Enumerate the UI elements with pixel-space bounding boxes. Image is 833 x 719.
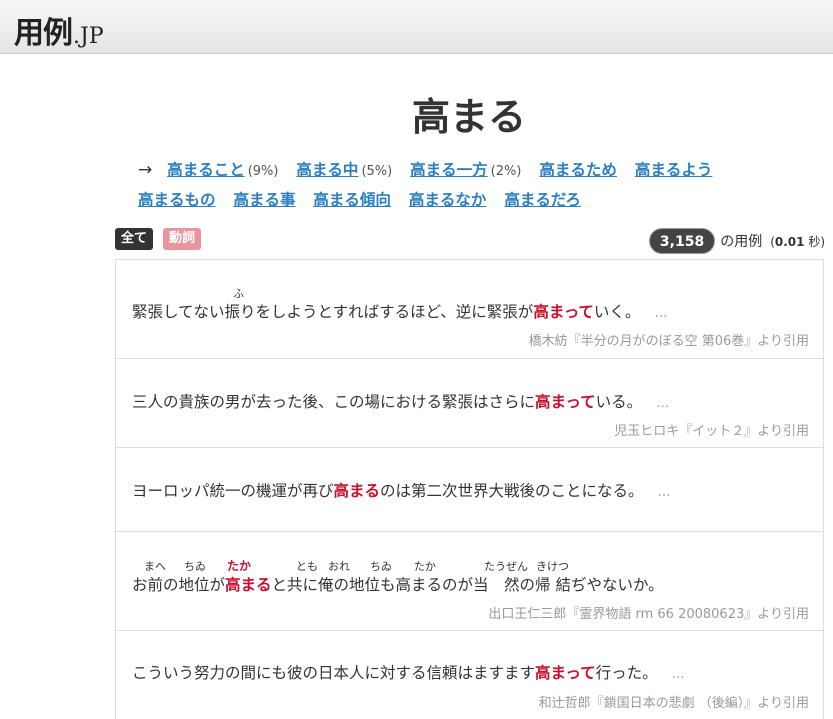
filter-verb-tab[interactable]: 動詞 bbox=[163, 228, 202, 250]
sentence-pre: 三人の貴族の男が去った後、この場における緊張はさらに bbox=[132, 393, 536, 411]
ruby-text: ちゐ bbox=[370, 560, 392, 573]
related-item: 高まるだろ bbox=[504, 186, 581, 214]
related-link[interactable]: 高まる一方 bbox=[410, 161, 488, 179]
highlight-term: 高まる bbox=[225, 576, 272, 594]
related-item: 高まる事 bbox=[233, 186, 295, 214]
related-item: 高まる傾向 bbox=[313, 186, 391, 214]
related-link[interactable]: 高まること bbox=[167, 161, 245, 179]
related-link[interactable]: 高まる事 bbox=[233, 191, 295, 209]
time-suffix: 秒) bbox=[804, 234, 825, 249]
more-link[interactable]: … bbox=[672, 667, 685, 682]
result-count: 3,158 の用例 (0.01 秒) bbox=[648, 228, 825, 254]
related-item: 高まるなか bbox=[409, 186, 487, 214]
result-item: こういう努力の間にも彼の日本人に対する信頼はますます高まって行った。 … 和辻哲郎… bbox=[116, 631, 823, 719]
sentence-pre: ヨーロッパ統一の機運が再び bbox=[132, 482, 334, 500]
related-item: 高まる中 (5%) bbox=[296, 156, 392, 186]
count-label: の用例 bbox=[720, 234, 763, 250]
related-percent: (9%) bbox=[247, 164, 279, 179]
ruby-text: きけつ bbox=[536, 560, 569, 573]
result-sentence: ヨーロッパ統一の機運が再び高まるのは第二次世界大戦後のことになる。 … bbox=[132, 479, 671, 501]
result-source: 橋木紡『半分の月がのぼる空 第06巻』より引用 bbox=[528, 334, 809, 349]
result-sentence: 三人の貴族の男が去った後、この場における緊張はさらに高まっている。 … bbox=[132, 390, 669, 412]
sentence-pre: こういう努力の間にも彼の日本人に対する信頼はますます bbox=[132, 664, 536, 682]
more-link[interactable]: … bbox=[654, 306, 667, 321]
ruby-text: おれ bbox=[328, 560, 350, 573]
ruby-text: とも bbox=[296, 560, 318, 573]
filter-all-tab[interactable]: 全て bbox=[115, 228, 154, 250]
filter-bar: 全て 動詞 3,158 の用例 (0.01 秒) bbox=[115, 228, 825, 254]
result-item: ふ 緊張してない振りをしようとすればするほど、逆に緊張が高まっていく。 … 橋木紡… bbox=[116, 260, 823, 359]
highlight-term: 高まって bbox=[535, 393, 596, 411]
site-logo[interactable]: 用例 .JP bbox=[14, 8, 104, 52]
sentence-pre: 緊張してない振りをしようとすればするほど、逆に緊張が bbox=[132, 303, 534, 321]
result-source: 児玉ヒロキ『イット２』より引用 bbox=[614, 424, 809, 439]
highlight-term: 高まって bbox=[535, 664, 596, 682]
result-source: 和辻哲郎『鎖国日本の悲劇 （後編）』より引用 bbox=[538, 696, 809, 711]
result-item: まへ ちゐ たか とも おれ ちゐ たか たうぜん きけつ お前の地位が高まると… bbox=[116, 532, 823, 631]
ruby-text: たか bbox=[227, 559, 252, 573]
related-percent: (5%) bbox=[361, 164, 393, 179]
related-item: 高まること (9%) bbox=[167, 156, 278, 186]
highlight-term: 高まって bbox=[533, 303, 594, 321]
related-percent: (2%) bbox=[490, 164, 522, 179]
result-sentence: お前の地位が高まると共に俺の地位も高まるのが当 然の帰 結ぢやないか。 bbox=[132, 573, 664, 595]
related-words: → 高まること (9%) 高まる中 (5%) 高まる一方 (2%) 高まるため 高まる… bbox=[138, 156, 778, 214]
related-link[interactable]: 高まるよう bbox=[635, 161, 713, 179]
related-link[interactable]: 高まるだろ bbox=[504, 191, 581, 209]
ruby-text: たうぜん bbox=[484, 560, 528, 573]
search-time: (0.01 秒) bbox=[770, 233, 825, 250]
result-sentence: こういう努力の間にも彼の日本人に対する信頼はますます高まって行った。 … bbox=[132, 661, 685, 683]
arrow-right-icon: → bbox=[138, 160, 153, 180]
more-link[interactable]: … bbox=[656, 396, 669, 411]
site-header: 用例 .JP bbox=[0, 0, 833, 54]
sentence-pre: お前の地位が bbox=[132, 576, 226, 594]
result-sentence: 緊張してない振りをしようとすればするほど、逆に緊張が高まっていく。 … bbox=[132, 300, 667, 322]
related-item: 高まる一方 (2%) bbox=[410, 156, 521, 186]
related-link[interactable]: 高まる中 bbox=[296, 161, 358, 179]
related-link[interactable]: 高まるなか bbox=[409, 191, 487, 209]
logo-main-text: 用例 bbox=[14, 16, 73, 51]
related-link[interactable]: 高まるため bbox=[539, 161, 617, 179]
ruby-text: ちゐ bbox=[184, 560, 206, 573]
sentence-post: 行った。 bbox=[595, 664, 658, 682]
result-item: ヨーロッパ統一の機運が再び高まるのは第二次世界大戦後のことになる。 … bbox=[116, 448, 823, 532]
sentence-post: のは第二次世界大戦後のことになる。 bbox=[380, 482, 644, 500]
related-link[interactable]: 高まる傾向 bbox=[313, 191, 391, 209]
related-link[interactable]: 高まるもの bbox=[138, 191, 216, 209]
results-list: ふ 緊張してない振りをしようとすればするほど、逆に緊張が高まっていく。… 橋木紡… bbox=[115, 259, 824, 719]
related-item: 高まるもの bbox=[138, 186, 216, 214]
page-title: 高まる bbox=[411, 95, 526, 139]
sentence-post: いる。 bbox=[595, 393, 643, 411]
time-value: 0.01 bbox=[774, 234, 805, 249]
ruby-text: まへ bbox=[144, 560, 166, 573]
sentence-post: と共に俺の地位も高まるのが当 然の帰 結ぢやないか。 bbox=[271, 576, 664, 594]
result-source: 出口王仁三郎『霊界物語 rm 66 20080623』より引用 bbox=[488, 607, 809, 622]
sentence-post: いく。 bbox=[593, 303, 641, 321]
logo-suffix-text: .JP bbox=[73, 24, 104, 49]
highlight-term: 高まる bbox=[333, 482, 381, 500]
ruby-text: ふ bbox=[233, 287, 244, 300]
related-item: 高まるよう bbox=[635, 156, 713, 184]
more-link[interactable]: … bbox=[658, 485, 671, 500]
ruby-text: たか bbox=[414, 560, 436, 573]
result-item: 三人の貴族の男が去った後、この場における緊張はさらに高まっている。 … 児玉ヒロキ… bbox=[116, 359, 823, 448]
related-item: 高まるため bbox=[539, 156, 617, 184]
count-badge: 3,158 bbox=[648, 228, 716, 254]
